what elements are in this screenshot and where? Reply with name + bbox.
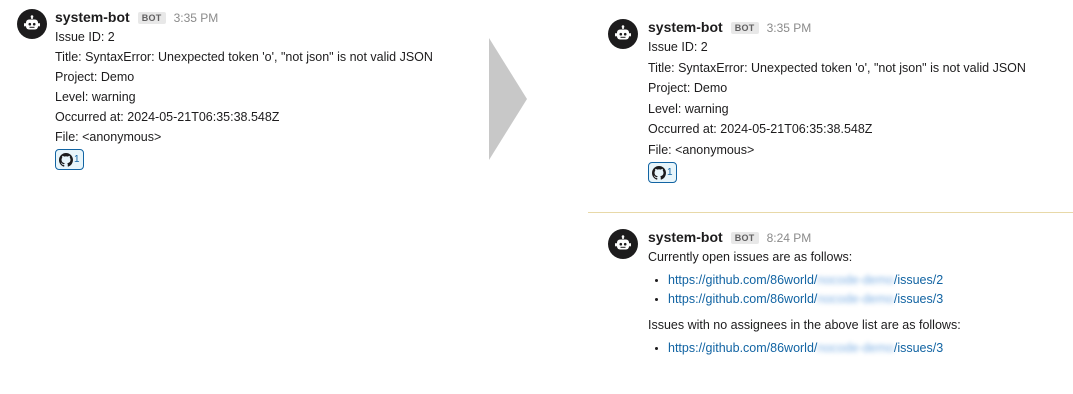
bot-badge: BOT — [137, 12, 166, 24]
message-body: system-bot BOT 3:35 PM Issue ID: 2 Title… — [55, 9, 433, 172]
list-item: https://github.com/86world/nocode-demo/i… — [668, 271, 961, 290]
timestamp[interactable]: 8:24 PM — [767, 231, 812, 245]
username[interactable]: system-bot — [648, 19, 723, 35]
message-header: system-bot BOT 8:24 PM — [648, 229, 961, 247]
occurred-line: Occurred at: 2024-05-21T06:35:38.548Z — [55, 110, 280, 124]
file-line: File: <anonymous> — [648, 142, 755, 157]
reaction-count: 1 — [667, 167, 673, 178]
message-header: system-bot BOT 3:35 PM — [648, 19, 1026, 37]
timestamp[interactable]: 3:35 PM — [174, 11, 219, 25]
list-item: https://github.com/86world/nocode-demo/i… — [668, 339, 961, 358]
github-icon — [59, 152, 73, 167]
project-line: Project: Demo — [55, 70, 135, 84]
github-reaction[interactable]: 1 — [55, 149, 84, 170]
username[interactable]: system-bot — [55, 9, 130, 25]
after-panel: system-bot BOT 3:35 PM Issue ID: 2 Title… — [588, 0, 1073, 394]
bot-avatar[interactable] — [608, 19, 638, 49]
bot-badge: BOT — [730, 22, 759, 34]
open-issues-list: https://github.com/86world/nocode-demo/i… — [648, 271, 961, 309]
bot-avatar[interactable] — [17, 9, 47, 39]
bot-badge: BOT — [730, 232, 759, 244]
list-item: https://github.com/86world/nocode-demo/i… — [668, 290, 961, 309]
robot-icon — [615, 25, 631, 40]
issue-link[interactable]: https://github.com/86world/nocode-demo/i… — [668, 273, 943, 287]
issue-link[interactable]: https://github.com/86world/nocode-demo/i… — [668, 341, 943, 355]
occurred-line: Occurred at: 2024-05-21T06:35:38.548Z — [648, 122, 873, 136]
level-line: Level: warning — [648, 101, 729, 116]
title-line: Title: SyntaxError: Unexpected token 'o'… — [648, 60, 1026, 75]
open-issues-intro: Currently open issues are as follows: — [648, 250, 853, 264]
reaction-count: 1 — [74, 154, 80, 165]
before-panel: system-bot BOT 3:35 PM Issue ID: 2 Title… — [0, 0, 470, 394]
issue-link[interactable]: https://github.com/86world/nocode-demo/i… — [668, 292, 943, 306]
message-body: system-bot BOT 8:24 PM Currently open is… — [648, 229, 961, 364]
issue-id-line: Issue ID: 2 — [648, 40, 708, 54]
github-reaction[interactable]: 1 — [648, 162, 677, 183]
transition-arrow — [489, 38, 527, 160]
username[interactable]: system-bot — [648, 229, 723, 245]
github-icon — [652, 165, 666, 180]
robot-icon — [24, 15, 40, 30]
no-assignee-intro: Issues with no assignees in the above li… — [648, 318, 961, 332]
message-header: system-bot BOT 3:35 PM — [55, 9, 433, 27]
issue-id-line: Issue ID: 2 — [55, 30, 115, 44]
project-line: Project: Demo — [648, 81, 728, 95]
no-assignee-list: https://github.com/86world/nocode-demo/i… — [648, 339, 961, 358]
robot-icon — [615, 235, 631, 250]
timestamp[interactable]: 3:35 PM — [767, 21, 812, 35]
file-line: File: <anonymous> — [55, 130, 162, 144]
bot-avatar[interactable] — [608, 229, 638, 259]
message-divider — [588, 212, 1073, 213]
title-line: Title: SyntaxError: Unexpected token 'o'… — [55, 50, 433, 64]
level-line: Level: warning — [55, 90, 136, 104]
message-body: system-bot BOT 3:35 PM Issue ID: 2 Title… — [648, 19, 1026, 185]
